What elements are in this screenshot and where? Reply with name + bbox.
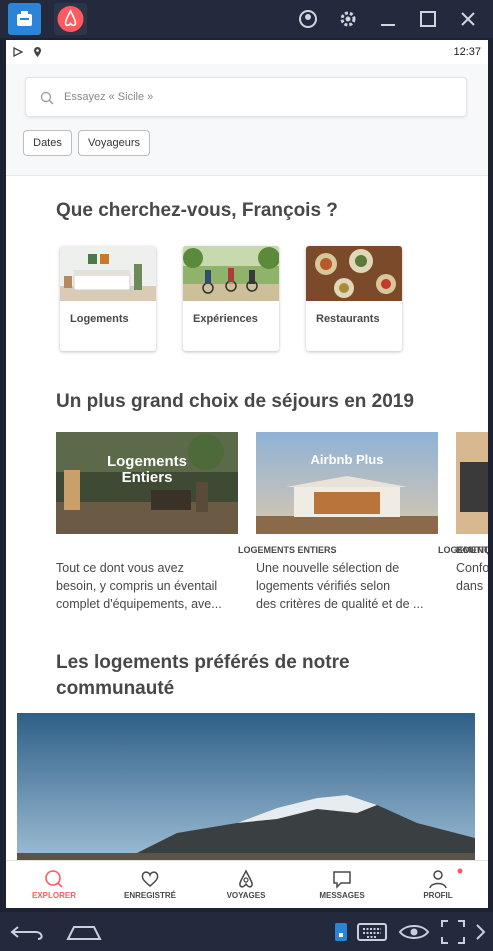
notification-dot-icon [457,868,463,874]
emulator-home-tab[interactable] [8,3,41,35]
nav-label: PROFIL [423,891,453,900]
nav-trips[interactable]: VOYAGES [198,861,294,908]
boutique-photo [456,432,488,534]
nav-label: EXPLORER [31,891,76,900]
nav-label: MESSAGES [319,891,365,900]
feature-kicker: BOUTIQ [456,545,488,555]
bottom-navigation: EXPLORER ENREGISTRÉ VOYAGES MESSAGES PRO… [6,860,488,908]
entire-homes-photo: Logements Entiers [56,432,238,534]
home-button-icon[interactable] [64,921,104,943]
travelers-filter-button[interactable]: Voyageurs [78,130,150,156]
close-icon[interactable] [458,9,478,29]
feature-description-line: logements vérifiés selon [256,579,391,593]
nav-explore[interactable]: EXPLORER [6,861,102,908]
feature-description-line: des critères de qualité et de ... [256,597,424,611]
category-label-restaurants: Restaurants [316,313,380,325]
nav-saved[interactable]: ENREGISTRÉ [102,861,198,908]
nav-messages[interactable]: MESSAGES [294,861,390,908]
account-icon[interactable] [298,9,318,29]
homes-photo [60,246,156,301]
emulator-bottom-bar [0,912,493,951]
feature-description-line: Confo [456,561,488,575]
feature-description: Une nouvelle sélection de logements véri… [256,559,438,613]
chevron-right-icon[interactable] [474,923,486,941]
section-title-community-favorites: Les logements préférés de notre communau… [56,650,350,702]
section-title-categories: Que cherchez-vous, François ? [56,200,338,221]
image-title: Airbnb Plus [311,452,384,467]
emulator-titlebar [0,0,493,38]
chat-bubble-icon [333,871,351,889]
category-label-homes: Logements [70,313,129,325]
nav-profile[interactable]: PROFIL [390,861,486,908]
search-header: Essayez « Sicile » Dates Voyageurs [6,64,488,176]
dates-filter-button[interactable]: Dates [23,130,72,156]
feature-description: Tout ce dont vous avez besoin, y compris… [56,559,238,613]
nav-label: ENREGISTRÉ [123,891,176,900]
section-title-line: communauté [56,678,175,699]
search-input[interactable]: Essayez « Sicile » [25,77,467,117]
experiences-photo [183,246,279,301]
phone-icon[interactable] [333,921,349,943]
keyboard-icon[interactable] [356,921,388,943]
play-store-icon [13,47,23,57]
fullscreen-icon[interactable] [440,919,466,945]
feature-card-boutique[interactable]: BOUTIQ Confo dans [456,432,488,632]
image-title-line1: Logements [107,453,187,470]
feature-description-line: complet d'équipements, ave... [56,597,222,611]
feature-description-line: Tout ce dont vous avez [56,561,184,575]
category-card-homes[interactable]: Logements [60,246,156,351]
feature-description-line: Une nouvelle sélection de [256,561,400,575]
category-card-experiences[interactable]: Expériences [183,246,279,351]
restaurants-photo [306,246,402,301]
airbnb-plus-photo: Airbnb Plus [256,432,438,534]
user-icon [429,870,447,889]
featured-listing-photo[interactable] [17,713,475,863]
android-statusbar: 12:37 [6,40,488,64]
mountain-photo [17,713,475,863]
heart-icon [141,871,159,887]
feature-card-entire-homes[interactable]: Logements Entiers LOGEMENTS ENTIERS Tout… [56,432,337,611]
minimize-icon[interactable] [378,9,398,29]
section-title-stays: Un plus grand choix de séjours en 2019 [56,391,414,412]
gear-icon[interactable] [338,9,358,29]
location-icon [34,47,41,57]
category-card-restaurants[interactable]: Restaurants [306,246,402,351]
back-icon[interactable] [8,921,48,943]
feature-description: Confo dans [456,559,488,595]
feature-description-line: besoin, y compris un éventail [56,579,218,593]
search-icon [45,870,63,888]
section-title-line: Les logements préférés de notre [56,652,350,673]
image-title-line2: Entiers [122,469,173,486]
status-time: 12:37 [453,46,481,58]
app-screen: 12:37 Essayez « Sicile » Dates Voyageurs… [6,40,488,908]
nav-label: VOYAGES [226,891,266,900]
maximize-icon[interactable] [418,9,438,29]
airbnb-app-icon [57,6,84,32]
category-label-experiences: Expériences [193,313,258,325]
eye-icon[interactable] [398,921,430,943]
search-icon [40,91,54,105]
emulator-airbnb-tab[interactable] [54,3,87,35]
feature-kicker: LOGEMENTS ENTIERS [238,545,337,555]
feature-card-airbnb-plus[interactable]: Airbnb Plus LOGEMENTS AIRBNB PLUS Une no… [256,432,488,611]
home-icon [17,11,32,26]
airbnb-logo-icon [239,869,253,888]
feature-description-line: dans [456,579,484,593]
search-placeholder: Essayez « Sicile » [64,91,154,103]
